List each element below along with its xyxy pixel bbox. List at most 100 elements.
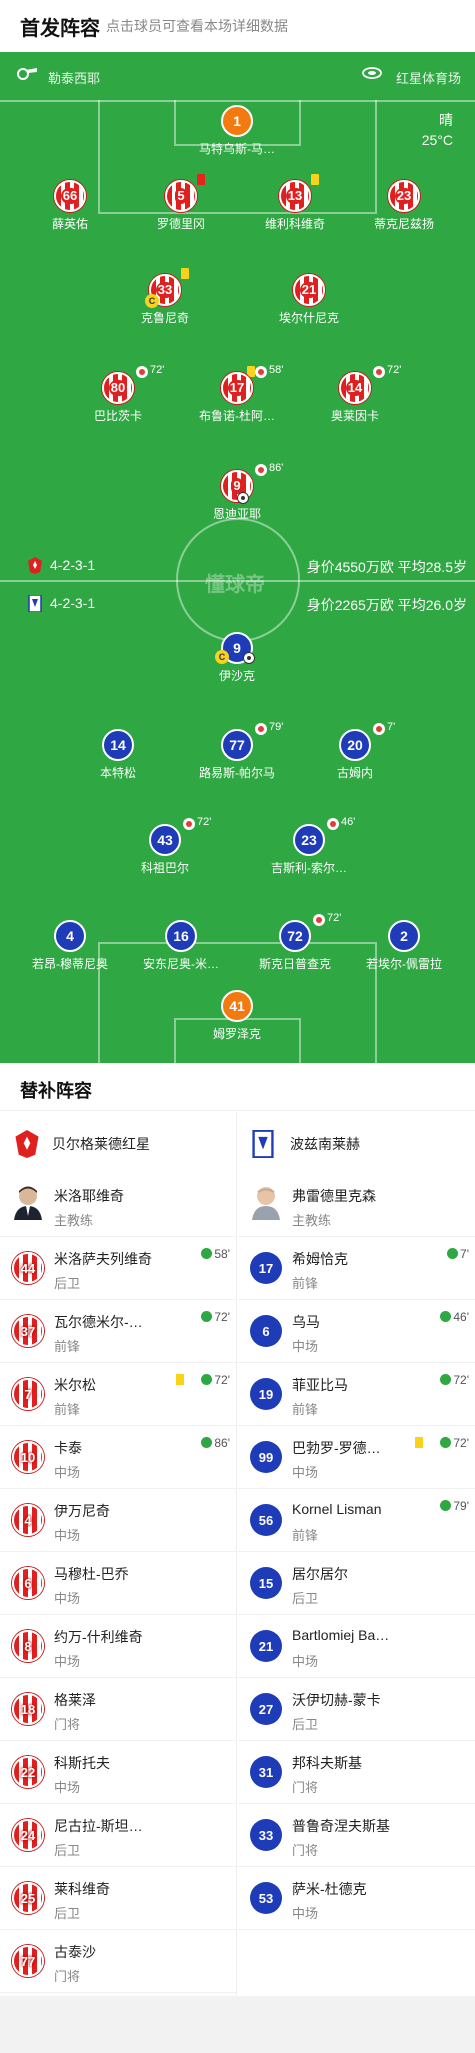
sub-player-row[interactable]: 56 Kornel Lisman 前锋 79': [238, 1489, 475, 1552]
player-jersey: 2: [388, 920, 420, 952]
sub-player-name: Bartlomiej Ba…: [292, 1627, 390, 1643]
sub-player-row[interactable]: 44 米洛萨夫列维奇 后卫 58': [0, 1237, 236, 1300]
jersey-number-badge: 53: [250, 1882, 282, 1914]
pitch: 勒泰西耶 红星体育场 晴 25°C 1 马特乌斯-马… 66 薛英佑 5 罗德里…: [0, 52, 475, 1063]
sub-time: 72': [387, 364, 402, 376]
away-player[interactable]: 72' 72 斯克日普查克: [235, 912, 355, 972]
player-name: 奥莱因卡: [330, 409, 379, 423]
coach-row[interactable]: 米洛耶维奇 主教练: [0, 1174, 236, 1237]
sub-player-name: 马穆杜-巴乔: [54, 1566, 129, 1582]
sub-player-row[interactable]: 6 马穆杜-巴乔 中场: [0, 1552, 236, 1615]
away-player[interactable]: C 9 伊沙克: [177, 632, 297, 684]
player-name: 罗德里冈: [156, 217, 205, 231]
sub-in-time: 72': [201, 1373, 230, 1387]
yellow-card-icon: [415, 1437, 423, 1448]
home-player[interactable]: 1 马特乌斯-马…: [177, 105, 297, 157]
home-player[interactable]: 72' 80 巴比茨卡: [58, 364, 178, 424]
away-subs-list: 17 希姆恰克 前锋 7' 6 乌马 中场 46' 19 菲亚比马 前锋 72' 99 巴勃罗-罗德… 中场…: [238, 1237, 475, 1930]
sub-player-row[interactable]: 27 沃伊切赫-蒙卡 后卫: [238, 1678, 475, 1741]
coach-name: 弗雷德里克森: [292, 1188, 376, 1204]
home-player[interactable]: 13 维利科维奇: [235, 174, 355, 232]
sub-time: 86': [269, 462, 284, 474]
sub-player-row[interactable]: 77 古泰沙 门将: [0, 1930, 236, 1993]
sub-out-icon: [183, 818, 195, 830]
player-name: 若埃尔-佩雷拉: [366, 957, 442, 971]
lineup-title: 首发阵容: [20, 18, 100, 40]
sub-player-name: 居尔居尔: [292, 1566, 348, 1582]
home-player[interactable]: 23 蒂克尼兹扬: [344, 180, 464, 232]
sub-player-row[interactable]: 7 米尔松 前锋 72': [0, 1363, 236, 1426]
home-player[interactable]: 21 埃尔什尼克: [249, 274, 369, 326]
sub-in-minute: 7': [460, 1247, 469, 1261]
home-team-header[interactable]: 贝尔格莱德红星: [0, 1112, 236, 1174]
sub-player-position: 前锋: [292, 1528, 319, 1543]
sub-in-minute: 72': [453, 1436, 469, 1450]
away-player[interactable]: 7' 20 古姆内: [295, 721, 415, 781]
home-player[interactable]: 66 薛英佑: [10, 180, 130, 232]
sub-player-row[interactable]: 24 尼古拉-斯坦… 后卫: [0, 1804, 236, 1867]
sub-time: 72': [327, 912, 342, 924]
sub-player-row[interactable]: 33 普鲁奇涅夫斯基 门将: [238, 1804, 475, 1867]
sub-player-position: 前锋: [292, 1276, 319, 1291]
coach-avatar: [14, 1186, 42, 1220]
player-jersey: 17: [221, 372, 253, 404]
sub-player-row[interactable]: 21 Bartlomiej Ba… 中场: [238, 1615, 475, 1678]
sub-player-row[interactable]: 37 瓦尔德米尔-… 前锋 72': [0, 1300, 236, 1363]
sub-player-row[interactable]: 6 乌马 中场 46': [238, 1300, 475, 1363]
sub-player-row[interactable]: 25 莱科维奇 后卫: [0, 1867, 236, 1930]
home-player[interactable]: C 33 克鲁尼奇: [105, 268, 225, 326]
sub-player-name: 乌马: [292, 1314, 320, 1330]
player-name: 恩迪亚耶: [212, 507, 261, 521]
sub-player-row[interactable]: 10 卡泰 中场 86': [0, 1426, 236, 1489]
sub-player-name: Kornel Lisman: [292, 1501, 382, 1517]
jersey-number-badge: 7: [12, 1378, 44, 1410]
sub-player-name: 米洛萨夫列维奇: [54, 1251, 152, 1267]
player-name: 若昂-穆蒂尼奥: [32, 957, 108, 971]
player-name: 巴比茨卡: [93, 409, 142, 423]
sub-time: 7': [387, 721, 396, 733]
sub-player-row[interactable]: 17 希姆恰克 前锋 7': [238, 1237, 475, 1300]
jersey-number-badge: 4: [12, 1504, 44, 1536]
away-player[interactable]: 16 安东尼奥-米…: [121, 920, 241, 972]
sub-player-position: 后卫: [292, 1717, 319, 1732]
away-team-header[interactable]: 波兹南莱赫: [238, 1112, 475, 1174]
sub-player-name: 尼古拉-斯坦…: [54, 1818, 143, 1834]
player-name: 古姆内: [336, 766, 373, 780]
sub-out-icon: [136, 366, 148, 378]
sub-player-row[interactable]: 8 约万-什利维奇 中场: [0, 1615, 236, 1678]
sub-player-row[interactable]: 22 科斯托夫 中场: [0, 1741, 236, 1804]
coach-name: 米洛耶维奇: [54, 1188, 124, 1204]
sub-player-row[interactable]: 53 萨米-杜德克 中场: [238, 1867, 475, 1930]
yellow-card-icon: [176, 1374, 184, 1385]
sub-player-row[interactable]: 19 菲亚比马 前锋 72': [238, 1363, 475, 1426]
away-player[interactable]: 72' 43 科祖巴尔: [105, 816, 225, 876]
sub-player-position: 中场: [54, 1780, 81, 1795]
sub-player-position: 前锋: [54, 1339, 81, 1354]
sub-player-row[interactable]: 99 巴勃罗-罗德… 中场 72': [238, 1426, 475, 1489]
bench-lists: 贝尔格莱德红星 米洛耶维奇 主教练 44 米洛萨夫列维奇 后卫 58' 37 瓦尔德米尔-…: [0, 1112, 475, 1996]
home-player[interactable]: 86' 9 恩迪亚耶: [177, 462, 297, 522]
sub-player-row[interactable]: 4 伊万尼奇 中场: [0, 1489, 236, 1552]
sub-player-row[interactable]: 15 居尔居尔 后卫: [238, 1552, 475, 1615]
sub-player-name: 邦科夫斯基: [292, 1755, 362, 1771]
sub-in-minute: 72': [214, 1373, 230, 1387]
jersey-number-badge: 56: [250, 1504, 282, 1536]
home-player[interactable]: 5 罗德里冈: [121, 174, 241, 232]
sub-player-row[interactable]: 31 邦科夫斯基 门将: [238, 1741, 475, 1804]
away-player[interactable]: 14 本特松: [58, 729, 178, 781]
jersey-number-badge: 99: [250, 1441, 282, 1473]
home-player[interactable]: 58' 17 布鲁诺-杜阿…: [177, 364, 297, 424]
home-player[interactable]: 72' 14 奥莱因卡: [295, 364, 415, 424]
sub-in-icon: [440, 1437, 452, 1448]
sub-time: 58': [269, 364, 284, 376]
sub-player-row[interactable]: 18 格莱泽 门将: [0, 1678, 236, 1741]
away-player[interactable]: 79' 77 路易斯-帕尔马: [177, 721, 297, 781]
sub-player-position: 门将: [54, 1717, 81, 1732]
away-player[interactable]: 4 若昂-穆蒂尼奥: [10, 920, 130, 972]
player-name: 布鲁诺-杜阿…: [199, 409, 275, 423]
away-player[interactable]: 46' 23 吉斯利-索尔…: [249, 816, 369, 876]
coach-row[interactable]: 弗雷德里克森 主教练: [238, 1174, 475, 1237]
away-player[interactable]: 41 姆罗泽克: [177, 990, 297, 1042]
player-jersey: 21: [293, 274, 325, 306]
away-player[interactable]: 2 若埃尔-佩雷拉: [344, 920, 464, 972]
